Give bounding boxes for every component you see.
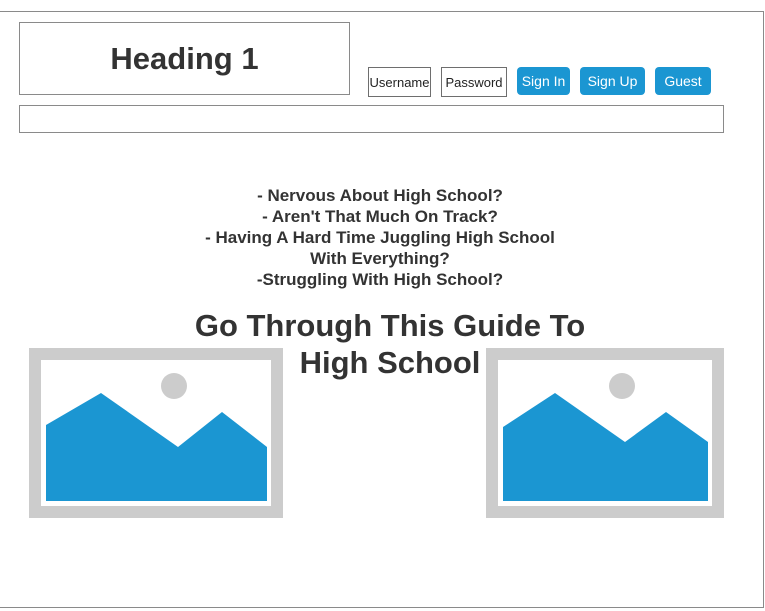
- image-placeholder-icon: [41, 360, 271, 506]
- image-placeholder-icon: [498, 360, 712, 506]
- navigation-bar[interactable]: [19, 105, 724, 133]
- guest-button[interactable]: Guest: [655, 67, 711, 95]
- question-line: - Aren't That Much On Track?: [262, 207, 498, 226]
- question-list: - Nervous About High School? - Aren't Th…: [180, 185, 580, 290]
- question-line: - Nervous About High School?: [257, 186, 503, 205]
- question-line: With Everything?: [310, 249, 450, 268]
- password-input[interactable]: Password: [441, 67, 507, 97]
- guide-title: Go Through This Guide To High School: [160, 307, 620, 381]
- guide-title-line2: High School: [299, 345, 481, 380]
- guide-title-line1: Go Through This Guide To: [194, 308, 586, 343]
- question-line: - Having A Hard Time Juggling High Schoo…: [205, 228, 555, 247]
- question-line: -Struggling With High School?: [256, 270, 504, 289]
- username-input[interactable]: Username: [368, 67, 431, 97]
- sign-in-button[interactable]: Sign In: [517, 67, 570, 95]
- sign-up-button[interactable]: Sign Up: [580, 67, 645, 95]
- page-heading: Heading 1: [19, 22, 350, 95]
